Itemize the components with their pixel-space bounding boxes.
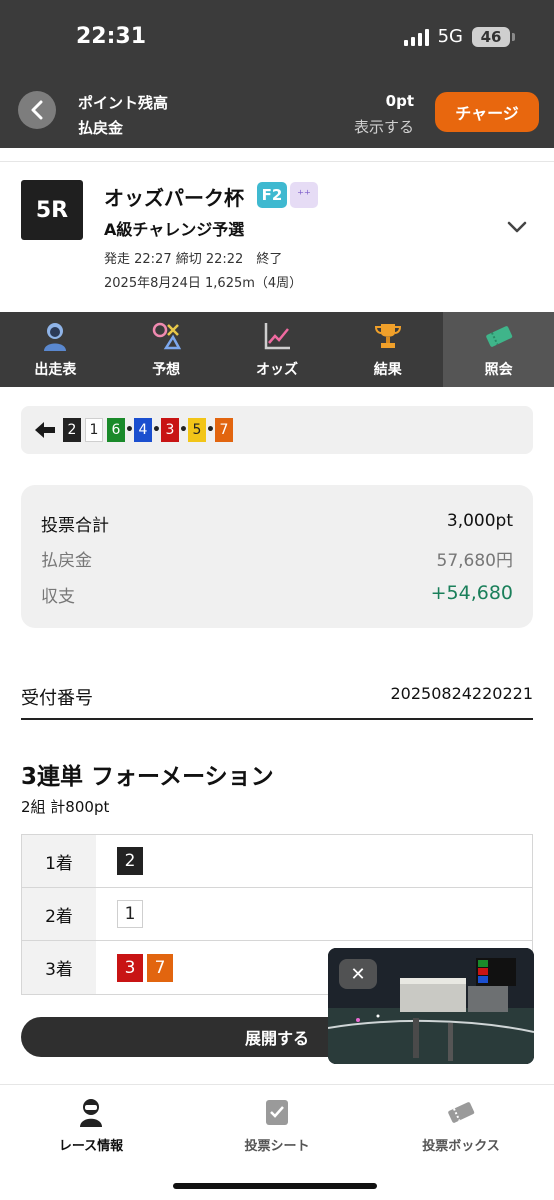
close-icon[interactable]: ✕ (339, 959, 377, 989)
status-time: 22:31 (76, 24, 147, 49)
point-balance-label: ポイント残高 (78, 94, 169, 112)
formation-numbers: 2 (117, 835, 143, 887)
bracket-number: 1 (85, 418, 103, 442)
bracket-number: 6 (107, 418, 125, 442)
rider-icon (44, 322, 67, 351)
checksheet-icon (266, 1100, 288, 1125)
tab-label: 照会 (484, 361, 513, 378)
prediction-icon (152, 322, 182, 349)
tab-label: 出走表 (34, 361, 77, 378)
arrow-left-icon (35, 422, 55, 438)
bracket-number: 3 (161, 418, 179, 442)
bracket-number: 5 (188, 418, 206, 442)
bracket-number: 4 (134, 418, 152, 442)
summary-total-row: 投票合計 3,000pt (41, 511, 513, 536)
total-value: 3,000pt (446, 511, 513, 531)
race-time-info: 発走 22:27 締切 22:22 終了 (104, 252, 283, 267)
formation-numbers: 1 (117, 888, 143, 940)
bracket-number: 3 (117, 953, 143, 982)
video-player[interactable]: ✕ (328, 948, 534, 1064)
refund-label: 払戻金 (78, 119, 124, 137)
summary-balance-row: 収支 +54,680 (41, 582, 513, 607)
trophy-icon (374, 323, 401, 348)
top-bar: 22:31 5G 46 ポイント残高 払戻金 0pt 表示する チャージ (0, 0, 554, 148)
battery-icon: 46 (472, 26, 515, 47)
formation-numbers: 37 (117, 941, 173, 994)
formation-row: 1着 2 (22, 835, 532, 888)
show-refund-link[interactable]: 表示する (354, 116, 414, 137)
separator-dot: • (125, 422, 134, 438)
receipt-number-label: 受付番号 (21, 688, 93, 709)
bracket-number: 2 (63, 418, 81, 442)
tab-label: 予想 (152, 361, 181, 378)
charge-button[interactable]: チャージ (435, 92, 539, 132)
balance-value: +54,680 (430, 582, 513, 604)
tab-prediction[interactable]: 予想 (111, 312, 222, 387)
separator-dot: • (206, 422, 215, 438)
tab-results[interactable]: 結果 (332, 312, 443, 387)
sparkle-icon: ⁺⁺ (290, 182, 318, 208)
balance-label: 収支 (41, 587, 75, 607)
result-order-box: 2 1 6 • 4 • 3 • 5 • 7 (21, 406, 533, 454)
separator-dot: • (152, 422, 161, 438)
ticket-icon (485, 325, 512, 347)
bet-summary: 2組 計800pt (21, 798, 110, 816)
nav-bet-box[interactable]: 投票ボックス (391, 1097, 531, 1154)
race-date-info: 2025年8月24日 1,625m（4周） (104, 276, 303, 291)
bracket-number: 7 (215, 418, 233, 442)
odds-chart-icon (264, 322, 290, 349)
tab-label: オッズ (255, 361, 298, 378)
bet-type-title: 3連単 フォーメーション (21, 764, 274, 790)
position-label: 2着 (22, 888, 96, 940)
receipt-number-value: 20250824220221 (390, 684, 533, 703)
summary-refund-row: 払戻金 57,680円 (41, 546, 513, 571)
network-type: 5G (437, 26, 463, 47)
refund-value: 57,680円 (436, 551, 513, 571)
separator-dot: • (179, 422, 188, 438)
back-button[interactable] (18, 91, 56, 129)
status-indicators: 5G 46 (403, 26, 515, 47)
tab-entries[interactable]: 出走表 (0, 312, 111, 387)
divider (21, 718, 533, 720)
tab-odds[interactable]: オッズ (222, 312, 333, 387)
race-subtitle: A級チャレンジ予選 (104, 220, 245, 239)
race-title: オッズパーク杯 (104, 186, 244, 210)
bracket-number: 7 (147, 953, 173, 982)
ticket-icon (448, 1102, 475, 1123)
refund-label: 払戻金 (41, 551, 92, 571)
nav-label: レース情報 (58, 1139, 124, 1154)
nav-label: 投票シート (244, 1139, 310, 1154)
signal-icon (403, 28, 429, 46)
position-label: 1着 (22, 835, 96, 887)
home-indicator (173, 1183, 377, 1189)
nav-race-info[interactable]: レース情報 (21, 1097, 161, 1154)
nav-label: 投票ボックス (422, 1139, 500, 1154)
point-balance-value: 0pt (385, 92, 414, 110)
summary-box: 投票合計 3,000pt 払戻金 57,680円 収支 +54,680 (21, 485, 533, 628)
tab-label: 結果 (373, 361, 402, 378)
chevron-down-icon[interactable] (506, 220, 528, 234)
rider-icon (80, 1099, 102, 1127)
header-spacer (0, 148, 554, 162)
chevron-left-icon (31, 100, 43, 120)
race-tabs: 出走表 予想 オッズ 結果 照会 (0, 312, 554, 387)
bracket-number: 1 (117, 900, 143, 928)
bracket-number: 2 (117, 847, 143, 875)
tab-inquiry[interactable]: 照会 (443, 312, 554, 387)
total-label: 投票合計 (41, 516, 109, 536)
result-order-numbers: 2 1 6 • 4 • 3 • 5 • 7 (63, 418, 233, 442)
grade-badge: F2 (257, 182, 287, 208)
race-number-badge: 5R (21, 180, 83, 240)
formation-row: 2着 1 (22, 888, 532, 941)
position-label: 3着 (22, 941, 96, 994)
nav-bet-sheet[interactable]: 投票シート (207, 1097, 347, 1154)
